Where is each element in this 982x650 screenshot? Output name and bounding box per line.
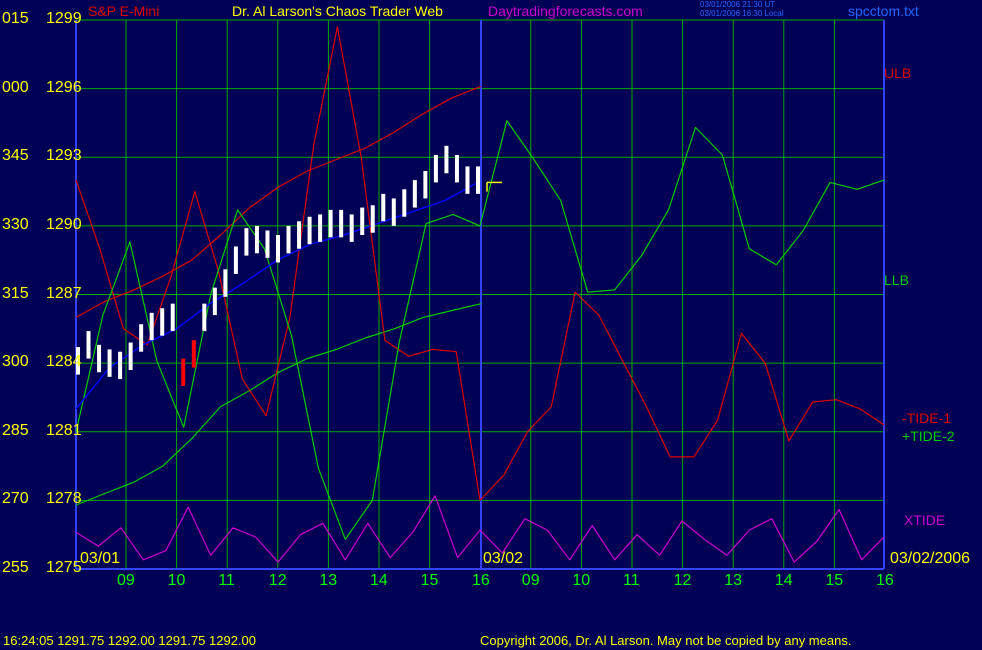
label-tide-2: +TIDE-2 xyxy=(902,428,955,444)
date-label-mid: 03/02 xyxy=(483,550,524,567)
x-hour-label: 09 xyxy=(521,572,540,589)
y-price-label: 1299 xyxy=(46,10,82,27)
y-price-label: 1290 xyxy=(46,215,82,233)
price-bar xyxy=(286,225,291,254)
label-llb: LLB xyxy=(884,272,909,288)
price-bar xyxy=(191,340,196,368)
y-price-label: 1296 xyxy=(46,78,82,96)
y-angle-label: 285 xyxy=(2,421,29,439)
price-bar xyxy=(307,216,312,245)
price-bar xyxy=(202,303,207,332)
price-bar xyxy=(381,193,386,222)
y-angle-label: 345 xyxy=(2,147,29,165)
price-bar xyxy=(328,209,333,238)
price-bar xyxy=(86,331,91,359)
price-bar xyxy=(360,207,365,236)
timestamp-ut: 03/01/2006 21:30 UT xyxy=(700,0,776,9)
price-bar xyxy=(412,180,417,208)
price-bar xyxy=(339,209,344,238)
date-label-end: 03/02/2006 xyxy=(890,550,971,567)
price-bar xyxy=(370,205,375,233)
file-label: spcctom.txt xyxy=(848,3,919,19)
label-ulb: ULB xyxy=(884,65,912,81)
x-hour-label: 16 xyxy=(876,572,894,589)
price-bar xyxy=(170,303,175,332)
y-angle-label: 015 xyxy=(2,10,29,27)
price-bar xyxy=(254,225,259,254)
price-bar xyxy=(465,166,470,194)
price-bar xyxy=(128,342,133,370)
y-angle-label: 300 xyxy=(2,353,29,371)
price-bar xyxy=(118,351,123,380)
price-bar xyxy=(223,269,228,297)
x-hour-label: 13 xyxy=(724,572,742,589)
series-moving-average xyxy=(75,181,479,410)
price-bar xyxy=(297,221,302,249)
price-bar xyxy=(402,189,407,217)
price-bar xyxy=(444,145,449,174)
x-hour-label: 10 xyxy=(167,572,186,589)
y-price-label: 1284 xyxy=(46,353,82,371)
price-bar xyxy=(265,230,270,258)
x-hour-label: 15 xyxy=(420,572,439,589)
price-bar xyxy=(97,344,102,373)
x-hour-label: 14 xyxy=(370,572,388,589)
x-hour-label: 12 xyxy=(673,572,692,589)
x-hour-label: 15 xyxy=(825,572,844,589)
x-hour-label: 12 xyxy=(268,572,287,589)
symbol-label: S&P E-Mini xyxy=(88,3,160,19)
price-bar xyxy=(391,198,396,226)
date-label-start: 03/01 xyxy=(80,550,121,567)
price-bar xyxy=(233,246,238,274)
grid-lines xyxy=(75,19,885,570)
price-bar xyxy=(349,214,354,242)
x-hour-label: 11 xyxy=(218,572,235,589)
y-price-label: 1278 xyxy=(46,490,82,508)
chart-title: Dr. Al Larson's Chaos Trader Web xyxy=(232,3,443,19)
x-hour-label: 10 xyxy=(572,572,591,589)
y-angle-label: 000 xyxy=(2,78,29,96)
price-bar xyxy=(433,154,438,183)
label-xtide: XTIDE xyxy=(904,512,946,528)
y-price-label: 1275 xyxy=(46,559,82,576)
y-angle-label: 255 xyxy=(2,559,29,576)
y-angle-label: 315 xyxy=(2,284,29,302)
x-hour-label: 14 xyxy=(774,572,793,589)
y-angle-label: 270 xyxy=(2,490,29,508)
price-bar xyxy=(244,228,249,256)
timestamp-local: 03/01/2006 16:30 Local xyxy=(700,9,784,18)
x-hour-label: 16 xyxy=(472,572,490,589)
price-bar xyxy=(181,358,186,386)
series-llb xyxy=(75,303,482,506)
quote-readout: 16:24:05 1291.75 1292.00 1291.75 1292.00 xyxy=(3,633,257,648)
price-bar xyxy=(212,287,217,316)
x-hour-label: 09 xyxy=(117,572,135,589)
price-bar xyxy=(476,166,480,194)
y-price-label: 1293 xyxy=(46,147,82,165)
x-hour-label: 13 xyxy=(319,572,338,589)
price-bar xyxy=(276,235,280,263)
price-bar xyxy=(160,308,165,336)
price-bar xyxy=(139,324,144,352)
site-label: Daytradingforecasts.com xyxy=(488,3,643,19)
price-bar xyxy=(149,312,154,341)
y-price-label: 1281 xyxy=(46,421,82,439)
price-bar xyxy=(107,349,112,377)
price-bar xyxy=(318,214,323,242)
series-ulb xyxy=(75,85,482,318)
copyright: Copyright 2006, Dr. Al Larson. May not b… xyxy=(480,633,852,648)
y-price-label: 1287 xyxy=(46,284,82,302)
x-hour-label: 11 xyxy=(623,572,640,589)
y-angle-label: 330 xyxy=(2,215,29,233)
price-bar xyxy=(454,154,459,183)
label-tide-1: -TIDE-1 xyxy=(902,410,951,426)
price-bar xyxy=(423,170,428,199)
